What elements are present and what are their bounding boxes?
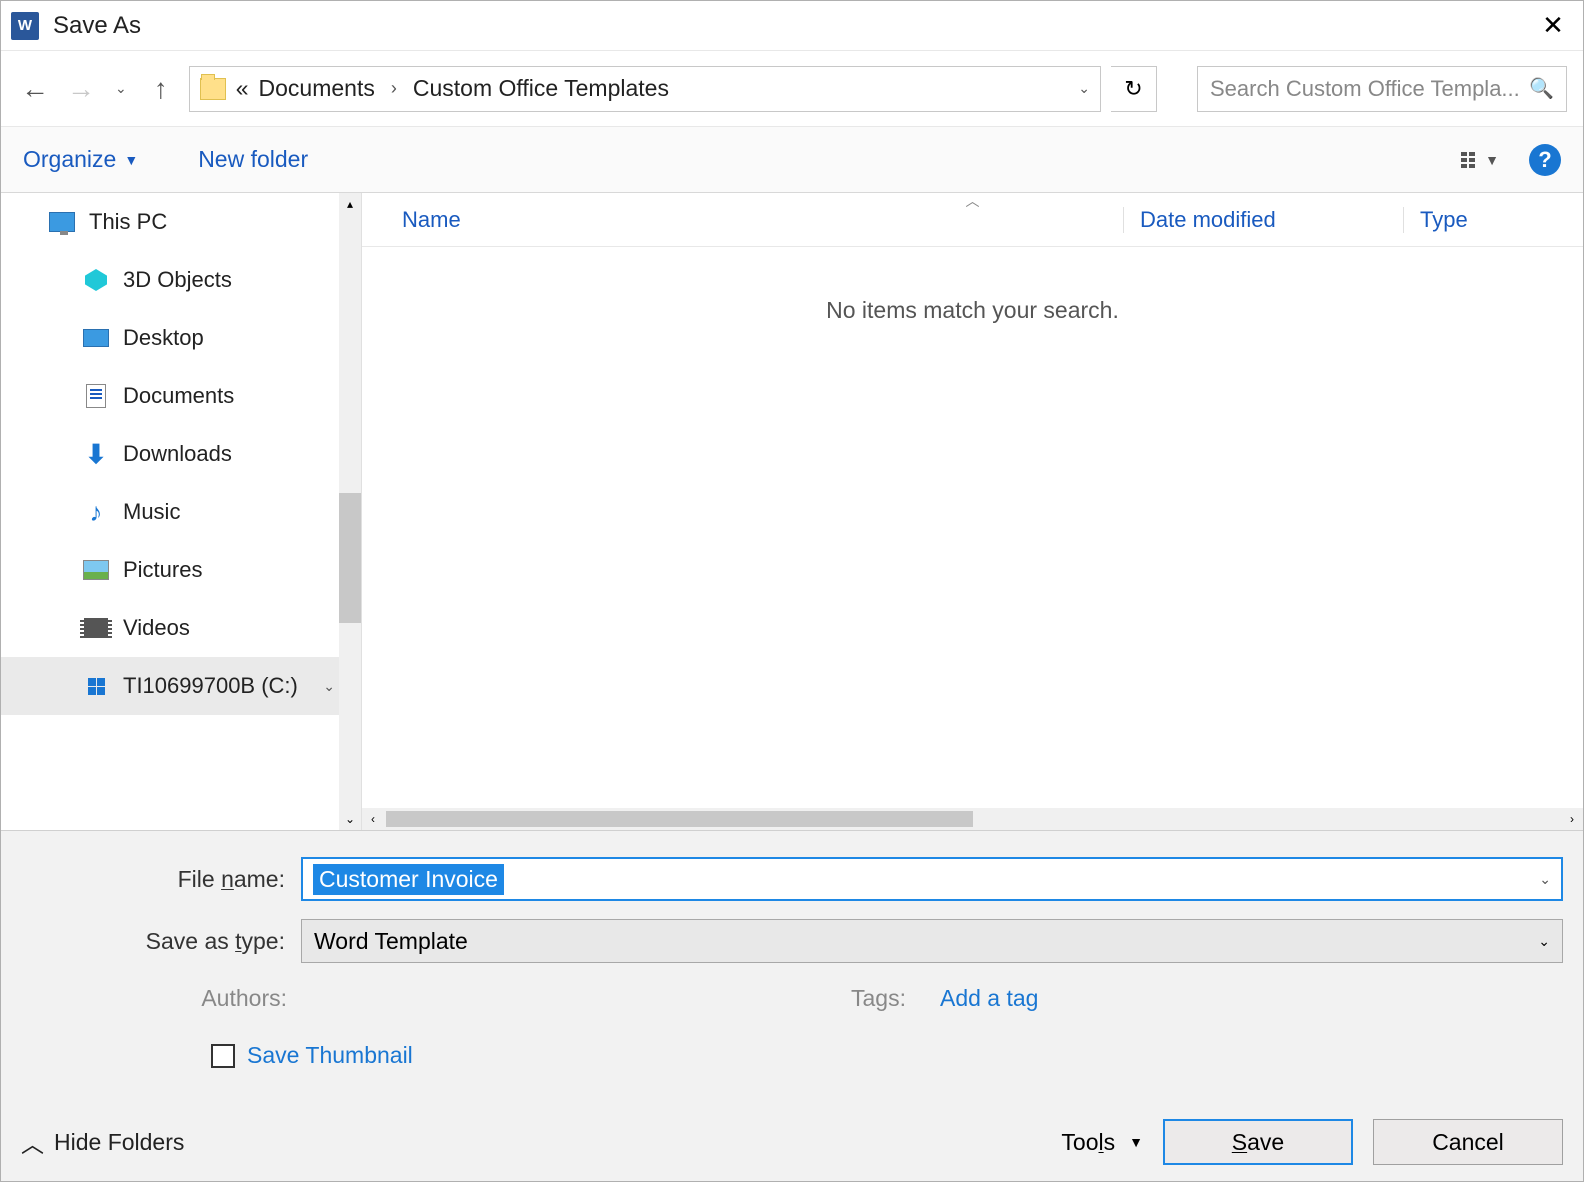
filename-input[interactable]: Customer Invoice ⌄: [301, 857, 1563, 901]
sidebar-item-music[interactable]: ♪ Music: [1, 483, 361, 541]
file-list-pane: ︿ Name Date modified Type No items match…: [361, 193, 1583, 830]
downloads-icon: ⬇: [83, 443, 109, 465]
column-header-date[interactable]: Date modified: [1123, 207, 1403, 233]
videos-icon: [83, 617, 109, 639]
navigation-pane: ▴ ⌄ This PC 3D Objects Desktop Documents: [1, 193, 361, 830]
view-icon: [1461, 152, 1475, 168]
sidebar-item-label: Documents: [123, 383, 234, 409]
sidebar-item-3d-objects[interactable]: 3D Objects: [1, 251, 361, 309]
saveastype-select[interactable]: Word Template ⌄: [301, 919, 1563, 963]
scroll-thumb[interactable]: [339, 493, 361, 623]
sidebar-item-this-pc[interactable]: This PC: [1, 193, 361, 251]
caret-up-icon: ︿: [21, 1125, 44, 1159]
view-options-button[interactable]: ▼: [1461, 152, 1499, 168]
new-folder-label: New folder: [198, 146, 308, 173]
music-icon: ♪: [83, 501, 109, 523]
sidebar-item-label: Desktop: [123, 325, 204, 351]
column-header-type[interactable]: Type: [1403, 207, 1583, 233]
sidebar-scrollbar[interactable]: ▴ ⌄: [339, 193, 361, 830]
cancel-button[interactable]: Cancel: [1373, 1119, 1563, 1165]
recent-locations-dropdown[interactable]: ⌄: [109, 80, 133, 97]
search-placeholder: Search Custom Office Templa...: [1210, 76, 1521, 102]
breadcrumb-separator: ›: [385, 78, 403, 99]
sidebar-item-videos[interactable]: Videos: [1, 599, 361, 657]
address-bar[interactable]: « Documents › Custom Office Templates ⌄: [189, 66, 1101, 112]
tools-button[interactable]: Tools ▼: [1061, 1129, 1143, 1156]
sidebar-item-pictures[interactable]: Pictures: [1, 541, 361, 599]
organize-label: Organize: [23, 146, 116, 173]
sidebar-item-downloads[interactable]: ⬇ Downloads: [1, 425, 361, 483]
scroll-right-icon[interactable]: ›: [1561, 812, 1583, 826]
body: ▴ ⌄ This PC 3D Objects Desktop Documents: [1, 193, 1583, 830]
refresh-button[interactable]: ↻: [1111, 66, 1157, 112]
sidebar-item-desktop[interactable]: Desktop: [1, 309, 361, 367]
close-button[interactable]: ✕: [1533, 6, 1573, 46]
tags-label: Tags:: [851, 985, 920, 1012]
scroll-thumb[interactable]: [386, 811, 973, 827]
horizontal-scrollbar[interactable]: ‹ ›: [362, 808, 1583, 830]
nav-bar: ← → ⌄ ↑ « Documents › Custom Office Temp…: [1, 51, 1583, 127]
window-title: Save As: [53, 12, 1533, 40]
caret-down-icon: ▼: [124, 152, 138, 168]
save-button[interactable]: Save: [1163, 1119, 1353, 1165]
3d-objects-icon: [83, 269, 109, 291]
sidebar-item-label: Music: [123, 499, 180, 525]
filename-value: Customer Invoice: [313, 864, 504, 895]
caret-down-icon: ▼: [1485, 152, 1499, 168]
organize-button[interactable]: Organize ▼: [23, 146, 138, 173]
forward-button[interactable]: →: [63, 71, 99, 107]
hide-folders-button[interactable]: ︿ Hide Folders: [21, 1125, 184, 1159]
sidebar-item-label: TI10699700B (C:): [123, 673, 298, 699]
search-icon: 🔍: [1529, 76, 1554, 101]
toolbar: Organize ▼ New folder ▼ ?: [1, 127, 1583, 193]
column-header-name[interactable]: Name: [402, 207, 1123, 233]
sidebar-item-label: This PC: [89, 209, 167, 235]
expand-caret-icon[interactable]: ⌄: [323, 678, 335, 695]
save-thumbnail-label[interactable]: Save Thumbnail: [247, 1042, 413, 1069]
scroll-left-icon[interactable]: ‹: [362, 812, 384, 826]
sidebar-item-label: Downloads: [123, 441, 232, 467]
sidebar-item-documents[interactable]: Documents: [1, 367, 361, 425]
search-input[interactable]: Search Custom Office Templa... 🔍: [1197, 66, 1567, 112]
back-button[interactable]: ←: [17, 71, 53, 107]
hide-folders-label: Hide Folders: [54, 1129, 184, 1156]
caret-down-icon: ▼: [1129, 1134, 1143, 1150]
sidebar-item-label: Videos: [123, 615, 190, 641]
title-bar: W Save As ✕: [1, 1, 1583, 51]
dropdown-caret-icon: ⌄: [1538, 933, 1550, 950]
pc-icon: [49, 211, 75, 233]
collapse-caret-icon[interactable]: ︿: [966, 191, 980, 211]
filename-label: File name:: [21, 866, 301, 893]
scroll-down-icon[interactable]: ⌄: [339, 808, 361, 830]
saveastype-label: Save as type:: [21, 928, 301, 955]
breadcrumb-seg-templates[interactable]: Custom Office Templates: [413, 75, 669, 102]
sidebar-item-label: Pictures: [123, 557, 202, 583]
desktop-icon: [83, 327, 109, 349]
folder-icon: [200, 78, 226, 100]
word-icon: W: [11, 12, 39, 40]
save-thumbnail-checkbox[interactable]: [211, 1044, 235, 1068]
documents-icon: [83, 385, 109, 407]
add-tag-link[interactable]: Add a tag: [940, 985, 1038, 1012]
filename-dropdown-icon[interactable]: ⌄: [1539, 871, 1551, 888]
sidebar-item-drive-c[interactable]: TI10699700B (C:) ⌄: [1, 657, 361, 715]
save-as-dialog: W Save As ✕ ← → ⌄ ↑ « Documents › Custom…: [0, 0, 1584, 1182]
empty-message: No items match your search.: [362, 297, 1583, 324]
help-button[interactable]: ?: [1529, 144, 1561, 176]
breadcrumb-overflow: «: [236, 75, 249, 102]
bottom-panel: File name: Customer Invoice ⌄ Save as ty…: [1, 830, 1583, 1181]
scroll-up-icon[interactable]: ▴: [339, 193, 361, 215]
address-dropdown[interactable]: ⌄: [1078, 80, 1090, 97]
sidebar-item-label: 3D Objects: [123, 267, 232, 293]
up-button[interactable]: ↑: [143, 71, 179, 107]
windows-icon: [83, 675, 109, 697]
pictures-icon: [83, 559, 109, 581]
saveastype-value: Word Template: [314, 928, 468, 955]
new-folder-button[interactable]: New folder: [198, 146, 308, 173]
breadcrumb-seg-documents[interactable]: Documents: [259, 75, 375, 102]
authors-label: Authors:: [21, 985, 301, 1012]
